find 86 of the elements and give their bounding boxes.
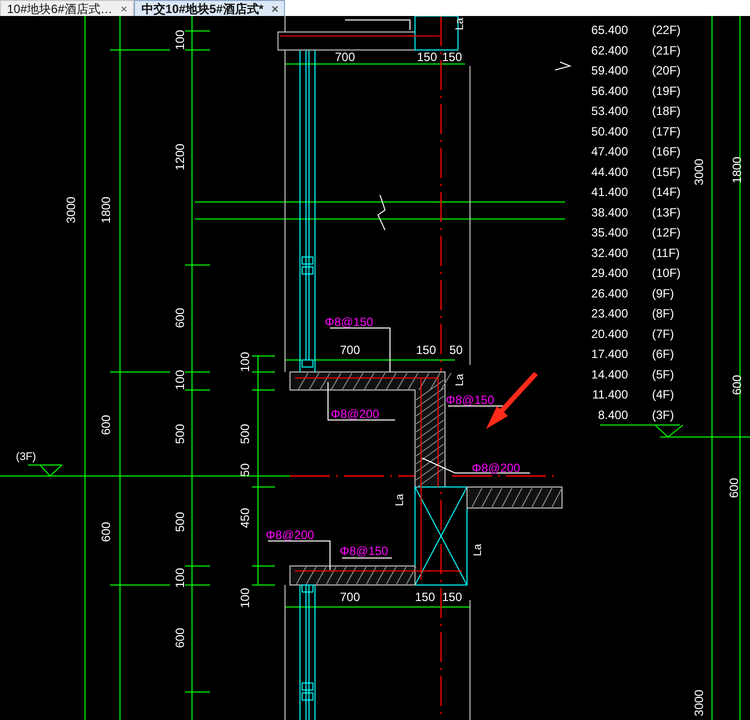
- floor-label: (11F): [652, 246, 680, 260]
- elevation-text: 50.400: [591, 124, 628, 138]
- floor-label: (17F): [652, 124, 681, 138]
- floor-label: (18F): [652, 104, 681, 118]
- dimension-text: 150: [442, 50, 462, 64]
- elevation-text: 14.400: [591, 367, 628, 382]
- elevation-text: 8.400: [598, 408, 628, 422]
- rebar-label: Φ8@200: [330, 407, 380, 421]
- floor-label: (7F): [652, 326, 674, 341]
- lap-length-label: La: [394, 494, 406, 506]
- elevation-text: 26.400: [591, 286, 628, 300]
- floor-label: (20F): [652, 64, 681, 78]
- elevation-text: 20.400: [591, 326, 628, 341]
- dimension-text: 100: [173, 370, 187, 390]
- dimension-text: 150: [416, 343, 436, 357]
- dimension-text: 150: [442, 590, 462, 604]
- dimension-text: 150: [416, 50, 438, 64]
- dimension-text: 600: [173, 308, 187, 328]
- dimension-text: 600: [730, 374, 744, 396]
- floor-label: (22F): [652, 23, 681, 37]
- level-label: (3F): [16, 451, 36, 463]
- elevation-text: 59.400: [591, 64, 628, 78]
- elevation-text: 23.400: [591, 306, 628, 320]
- dimension-text: 600: [99, 522, 113, 542]
- floor-label: (9F): [652, 286, 674, 300]
- dimension-text: 600: [727, 478, 741, 498]
- dimension-text: 3000: [692, 158, 706, 186]
- lap-length-label: La: [454, 374, 466, 386]
- elevation-text: 41.400: [591, 185, 628, 199]
- dimension-text: 600: [99, 414, 113, 436]
- floor-label: (19F): [652, 84, 681, 98]
- close-icon[interactable]: ×: [271, 2, 278, 16]
- elevation-text: 38.400: [591, 205, 628, 220]
- document-tab[interactable]: 中交10#地块5#酒店式* ×: [134, 0, 286, 16]
- floor-label: (3F): [652, 408, 674, 422]
- rebar-label: Φ8@150: [324, 315, 374, 329]
- dimension-text: 700: [334, 50, 356, 64]
- dimension-text: 450: [238, 508, 252, 528]
- rebar-label: Φ8@150: [446, 393, 494, 407]
- floor-label: (15F): [652, 164, 681, 179]
- document-tab[interactable]: 10#地块6#酒店式… ×: [0, 0, 134, 16]
- elevation-text: 62.400: [591, 43, 628, 58]
- dimension-text: 3000: [692, 690, 706, 716]
- floor-label: (16F): [652, 144, 681, 158]
- elevation-text: 17.400: [591, 347, 628, 361]
- elevation-text: 65.400: [591, 23, 628, 37]
- elevation-text: 35.400: [591, 226, 628, 240]
- floor-label: (12F): [652, 226, 681, 240]
- dimension-text: 1800: [99, 196, 113, 224]
- dimension-text: 100: [173, 568, 187, 588]
- elevation-text: 32.400: [591, 246, 628, 260]
- dimension-text: 3000: [64, 196, 78, 224]
- dimension-text: 150: [414, 590, 436, 604]
- rebar-label: Φ8@200: [472, 461, 520, 475]
- dimension-text: 700: [340, 343, 360, 357]
- floor-label: (10F): [652, 266, 681, 280]
- elevation-text: 47.400: [591, 144, 628, 158]
- elevation-text: 44.400: [591, 164, 628, 179]
- close-icon[interactable]: ×: [120, 2, 128, 16]
- dimension-text: 100: [173, 30, 187, 50]
- floor-label: (4F): [652, 388, 674, 402]
- dimension-text: 1200: [173, 144, 187, 170]
- elevation-text: 29.400: [591, 266, 628, 280]
- rebar-label: Φ8@150: [340, 544, 388, 558]
- floor-label: (8F): [652, 306, 674, 320]
- dimension-text: 50: [238, 463, 252, 477]
- elevation-text: 56.400: [591, 84, 628, 98]
- floor-label: (6F): [652, 347, 674, 361]
- dimension-text: 500: [173, 424, 187, 444]
- dimension-text: 500: [238, 424, 252, 444]
- floor-label: (13F): [652, 205, 681, 220]
- elevation-text: 11.400: [592, 388, 628, 402]
- floor-label: (21F): [652, 43, 681, 58]
- dimension-text: 100: [238, 352, 252, 372]
- floor-label: (14F): [652, 185, 681, 199]
- dimension-text: 500: [173, 512, 187, 532]
- elevation-text: 53.400: [591, 104, 628, 118]
- rebar-label: Φ8@200: [266, 528, 314, 542]
- dimension-text: 100: [238, 588, 252, 608]
- dimension-text: 1800: [730, 156, 744, 184]
- lap-length-label: La: [454, 18, 466, 30]
- dimension-text: 50: [449, 343, 463, 357]
- lap-length-label: La: [472, 544, 484, 556]
- floor-label: (5F): [652, 367, 674, 382]
- dimension-text: 700: [340, 590, 360, 604]
- dimension-text: 600: [173, 628, 187, 648]
